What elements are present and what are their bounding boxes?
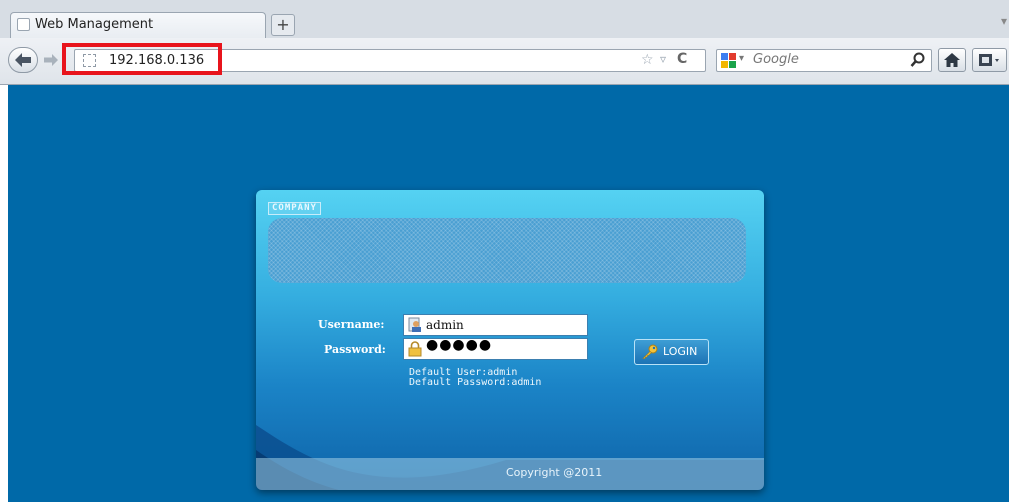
search-icon[interactable] — [910, 52, 926, 68]
tab-strip: Web Management + ▾ — [0, 0, 1009, 39]
home-icon — [944, 53, 960, 67]
page-favicon-icon — [17, 18, 30, 31]
default-password-hint: Default Password:admin — [409, 377, 542, 388]
password-value[interactable]: ●●●●● — [426, 337, 492, 353]
new-tab-button[interactable]: + — [271, 14, 295, 36]
history-dropdown-icon[interactable]: ▿ — [660, 52, 666, 66]
username-value[interactable]: admin — [426, 318, 464, 332]
reload-icon[interactable]: C — [677, 51, 687, 67]
login-button-label: LOGIN — [663, 345, 698, 358]
navigation-toolbar: 192.168.0.136 ☆ ▿ C ▾ Google — [0, 38, 1009, 85]
google-icon — [721, 53, 736, 68]
back-button[interactable] — [8, 47, 38, 73]
password-label: Password: — [324, 343, 386, 356]
forward-arrow-icon[interactable] — [42, 51, 60, 69]
tab-list-icon[interactable]: ▾ — [1001, 14, 1007, 28]
browser-tab[interactable]: Web Management — [10, 12, 266, 38]
back-arrow-icon — [15, 53, 31, 67]
footer-strip: Copyright @2011 — [256, 458, 764, 490]
page-content: COMPANY Copyright @2011 Username: admin … — [8, 85, 1009, 502]
home-button[interactable] — [938, 48, 966, 72]
banner-area — [268, 218, 746, 283]
login-panel: COMPANY Copyright @2011 Username: admin … — [256, 190, 764, 490]
copyright-text: Copyright @2011 — [506, 466, 603, 479]
bookmarks-icon — [979, 54, 999, 66]
bookmarks-menu-button[interactable] — [972, 48, 1007, 72]
username-input[interactable]: admin — [403, 314, 588, 336]
tab-title: Web Management — [35, 17, 154, 32]
url-highlight-box — [62, 43, 222, 75]
search-placeholder: Google — [753, 52, 799, 67]
company-logo: COMPANY — [268, 202, 321, 215]
username-label: Username: — [318, 318, 385, 331]
password-input[interactable]: ●●●●● — [403, 337, 588, 360]
bookmark-star-icon[interactable]: ☆ — [641, 52, 654, 68]
search-engine-dropdown-icon[interactable]: ▾ — [739, 53, 744, 64]
user-icon — [408, 317, 421, 332]
lock-icon — [408, 341, 422, 357]
login-button[interactable]: LOGIN — [634, 339, 709, 365]
search-box[interactable]: ▾ Google — [716, 49, 932, 72]
key-icon — [642, 344, 658, 359]
